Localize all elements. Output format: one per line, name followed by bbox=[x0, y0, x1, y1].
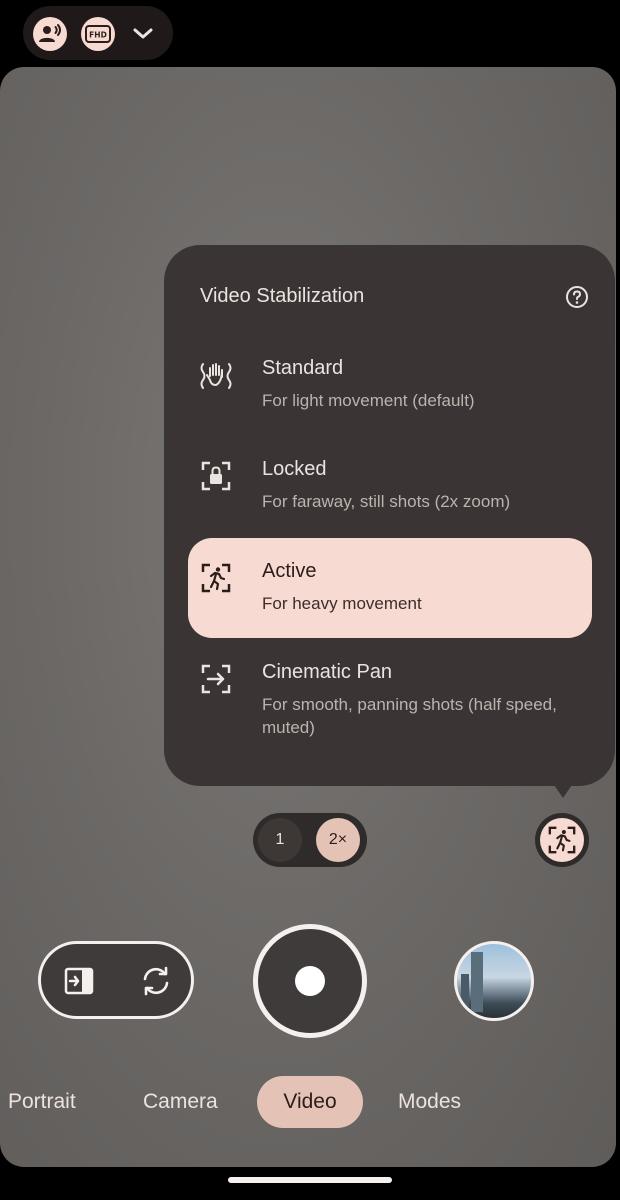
audio-user-icon bbox=[39, 24, 61, 42]
mode-modes[interactable]: Modes bbox=[398, 1076, 461, 1128]
thumbnail-building bbox=[461, 974, 469, 1014]
option-title: Active bbox=[262, 560, 317, 582]
camera-screen: FHD Video Stabilization Standard For lig… bbox=[0, 0, 620, 1200]
mode-video[interactable]: Video bbox=[257, 1076, 363, 1128]
home-indicator[interactable] bbox=[228, 1177, 392, 1183]
flip-camera-icon bbox=[143, 966, 169, 996]
stabilization-option-active[interactable]: Active For heavy movement bbox=[188, 538, 592, 638]
pan-arrow-icon bbox=[198, 661, 234, 697]
record-icon bbox=[295, 966, 325, 996]
zoom-2x-button[interactable]: 2× bbox=[316, 818, 360, 862]
fhd-resolution-button[interactable]: FHD bbox=[81, 17, 115, 51]
option-title: Standard bbox=[262, 357, 344, 379]
option-subtitle: For light movement (default) bbox=[262, 391, 475, 410]
stabilization-option-standard[interactable]: Standard For light movement (default) bbox=[188, 335, 592, 435]
zoom-selector: 1 2× bbox=[253, 813, 367, 867]
running-frame-icon bbox=[198, 560, 234, 596]
stabilization-option-locked[interactable]: Locked For faraway, still shots (2x zoom… bbox=[188, 436, 592, 536]
panel-title: Video Stabilization bbox=[200, 285, 365, 307]
record-button[interactable] bbox=[253, 924, 367, 1038]
flip-camera-button[interactable] bbox=[138, 963, 174, 999]
expand-settings-button[interactable] bbox=[129, 20, 157, 48]
gallery-thumbnail[interactable] bbox=[454, 941, 534, 1021]
lock-frame-icon bbox=[198, 458, 234, 494]
mode-portrait[interactable]: Portrait bbox=[8, 1076, 76, 1128]
option-subtitle: For smooth, panning shots (half speed, m… bbox=[262, 695, 557, 737]
zoom-1x-button[interactable]: 1 bbox=[258, 818, 302, 862]
stabilization-option-cinematic-pan[interactable]: Cinematic Pan For smooth, panning shots … bbox=[188, 639, 592, 739]
hand-shake-icon bbox=[198, 357, 234, 393]
quick-settings-bar: FHD bbox=[23, 6, 173, 60]
camera-switch-group bbox=[38, 941, 194, 1019]
dual-screen-button[interactable] bbox=[61, 963, 97, 999]
stabilization-mode-button[interactable] bbox=[535, 813, 589, 867]
audio-user-button[interactable] bbox=[33, 17, 67, 51]
fhd-label: FHD bbox=[89, 31, 107, 40]
dual-screen-icon bbox=[64, 967, 94, 995]
option-subtitle: For heavy movement bbox=[262, 594, 422, 613]
thumbnail-building bbox=[471, 952, 483, 1012]
fhd-resolution-icon: FHD bbox=[85, 25, 111, 43]
panel-pointer bbox=[552, 782, 574, 798]
video-stabilization-panel: Video Stabilization Standard For light m… bbox=[164, 245, 615, 786]
running-frame-icon bbox=[540, 818, 584, 862]
chevron-down-icon bbox=[133, 28, 153, 39]
option-subtitle: For faraway, still shots (2x zoom) bbox=[262, 492, 511, 511]
option-title: Cinematic Pan bbox=[262, 661, 393, 683]
option-title: Locked bbox=[262, 458, 327, 480]
help-circle-icon[interactable] bbox=[565, 285, 589, 309]
mode-camera[interactable]: Camera bbox=[143, 1076, 218, 1128]
